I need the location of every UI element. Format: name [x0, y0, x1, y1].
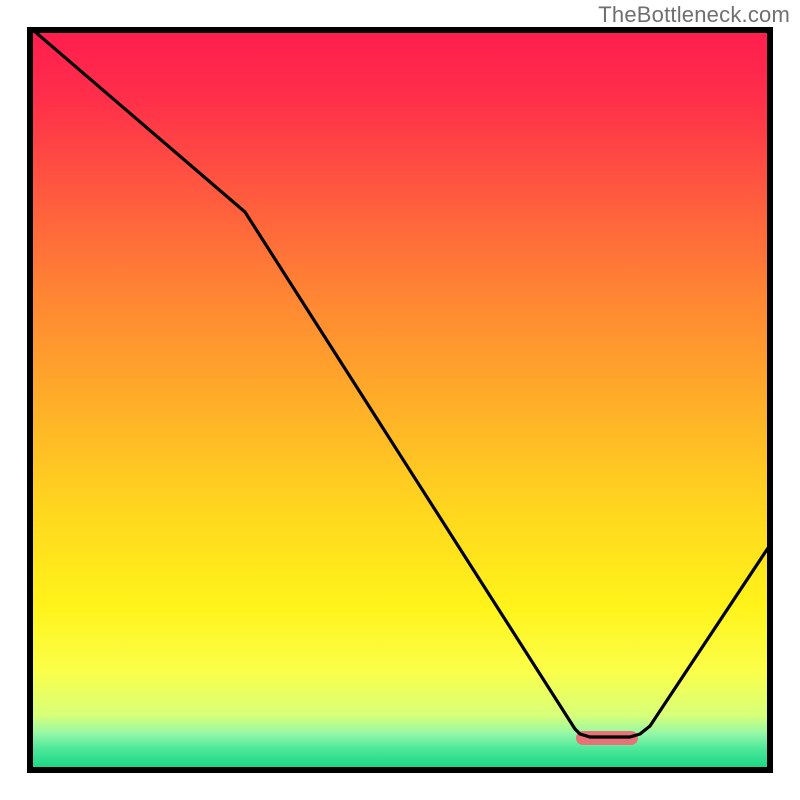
bottleneck-chart: [0, 0, 800, 800]
chart-stage: TheBottleneck.com: [0, 0, 800, 800]
gradient-background: [33, 33, 767, 767]
watermark-text: TheBottleneck.com: [598, 2, 790, 28]
